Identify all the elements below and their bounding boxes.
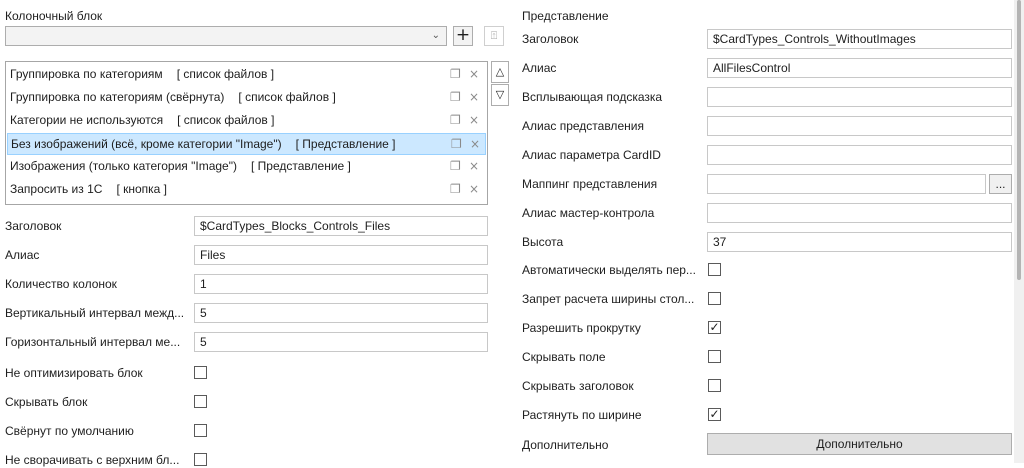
block-list-item-type: [ кнопка ] — [116, 182, 168, 196]
left-field-label: Горизонтальный интервал ме... — [5, 335, 181, 349]
left-checkbox[interactable] — [194, 366, 207, 379]
move-up-button[interactable]: △ — [491, 61, 509, 83]
block-list-item-type: [ список файлов ] — [176, 67, 275, 81]
browse-button[interactable]: ... — [989, 174, 1012, 194]
right-field-input[interactable]: 37 — [707, 232, 1012, 252]
right-field-label: Алиас мастер-контрола — [522, 206, 655, 220]
close-icon[interactable]: × — [470, 134, 480, 154]
move-down-button[interactable]: ▽ — [491, 84, 509, 106]
right-section-title: Представление — [522, 9, 609, 23]
block-list[interactable]: Группировка по категориям [ список файлов… — [5, 61, 488, 205]
left-field-input[interactable]: $CardTypes_Blocks_Controls_Files — [194, 216, 488, 236]
close-icon[interactable]: × — [469, 179, 479, 199]
extra-button[interactable]: Дополнительно — [707, 433, 1012, 455]
block-list-item-name: Группировка по категориям (свёрнута) — [10, 90, 225, 104]
arrow-down-icon: ▽ — [495, 88, 505, 101]
right-check-label: Растянуть по ширине — [522, 408, 642, 422]
block-list-item-type: [ Представление ] — [295, 137, 396, 151]
extra-label: Дополнительно — [522, 438, 609, 452]
left-field-input[interactable]: Files — [194, 245, 488, 265]
block-list-item[interactable]: Группировка по категориям (свёрнута) [ сп… — [7, 87, 486, 109]
block-list-item-name: Группировка по категориям — [10, 67, 163, 81]
left-check-label: Свёрнут по умолчанию — [5, 424, 134, 438]
left-field-label: Количество колонок — [5, 277, 117, 291]
block-list-item[interactable]: Группировка по категориям [ список файлов… — [7, 64, 486, 86]
import-block-button[interactable]: ⍐ — [484, 26, 504, 46]
left-field-label: Заголовок — [5, 219, 62, 233]
copy-icon[interactable]: ❐ — [450, 156, 461, 176]
block-list-item-type: [ Представление ] — [251, 159, 351, 173]
block-list-item[interactable]: Категории не используются [ список файлов… — [7, 110, 486, 132]
right-field-label: Высота — [522, 235, 564, 249]
copy-icon[interactable]: ❐ — [450, 179, 461, 199]
right-check-label: Запрет расчета ширины стол... — [522, 292, 695, 306]
right-check-label: Скрывать заголовок — [522, 379, 634, 393]
left-checkbox[interactable] — [194, 424, 207, 437]
left-field-input[interactable]: 5 — [194, 303, 488, 323]
right-field-label: Алиас представления — [522, 119, 644, 133]
right-field-label: Всплывающая подсказка — [522, 90, 663, 104]
right-field-label: Алиас параметра CardID — [522, 148, 661, 162]
block-list-item[interactable]: Без изображений (всё, кроме категории "I… — [7, 133, 486, 155]
right-checkbox[interactable] — [708, 292, 721, 305]
right-checkbox[interactable] — [708, 350, 721, 363]
right-field-input[interactable]: AllFilesControl — [707, 58, 1012, 78]
block-list-item[interactable]: Запросить из 1С [ кнопка ] ❐ × — [7, 179, 486, 201]
left-section-title: Колоночный блок — [5, 9, 103, 23]
left-field-input[interactable]: 5 — [194, 332, 488, 352]
close-icon[interactable]: × — [469, 156, 479, 176]
right-field-input[interactable] — [707, 145, 1012, 165]
block-list-item[interactable]: Изображения (только категория "Image") [ … — [7, 156, 486, 178]
right-check-label: Разрешить прокрутку — [522, 321, 641, 335]
right-field-label: Алиас — [522, 61, 557, 75]
arrow-up-icon: △ — [495, 65, 505, 78]
right-field-input[interactable] — [707, 203, 1012, 223]
right-field-label: Заголовок — [522, 32, 579, 46]
right-field-input[interactable] — [707, 87, 1012, 107]
copy-icon[interactable]: ❐ — [450, 110, 461, 130]
block-list-item-name: Категории не используются — [10, 113, 164, 127]
block-list-item-name: Изображения (только категория "Image") — [10, 159, 237, 173]
right-check-label: Скрывать поле — [522, 350, 606, 364]
left-field-label: Вертикальный интервал межд... — [5, 306, 185, 320]
right-checkbox[interactable] — [708, 379, 721, 392]
right-check-label: Автоматически выделять пер... — [522, 263, 696, 277]
right-field-input[interactable]: $CardTypes_Controls_WithoutImages — [707, 29, 1012, 49]
left-check-label: Не оптимизировать блок — [5, 366, 143, 380]
right-checkbox[interactable] — [708, 321, 721, 334]
scrollbar-thumb[interactable] — [1017, 0, 1021, 280]
plus-icon: + — [455, 25, 471, 45]
left-checkbox[interactable] — [194, 453, 207, 466]
right-checkbox[interactable] — [708, 263, 721, 276]
copy-icon[interactable]: ❐ — [450, 87, 461, 107]
close-icon[interactable]: × — [469, 64, 479, 84]
block-list-item-name: Запросить из 1С — [10, 182, 103, 196]
left-check-label: Скрывать блок — [5, 395, 88, 409]
block-list-item-name: Без изображений (всё, кроме категории "I… — [11, 137, 282, 151]
right-field-label: Маппинг представления — [522, 177, 658, 191]
add-block-button[interactable]: + — [453, 26, 473, 46]
chevron-down-icon: ⌄ — [431, 30, 440, 41]
close-icon[interactable]: × — [469, 110, 479, 130]
block-list-item-type: [ список файлов ] — [177, 113, 275, 127]
right-field-input[interactable] — [707, 174, 986, 194]
left-check-label: Не сворачивать с верхним бл... — [5, 453, 180, 467]
left-checkbox[interactable] — [194, 395, 207, 408]
right-field-input[interactable] — [707, 116, 1012, 136]
copy-icon[interactable]: ❐ — [450, 64, 461, 84]
extra-button-label: Дополнительно — [816, 437, 903, 451]
block-list-item-type: [ список файлов ] — [238, 90, 336, 104]
right-checkbox[interactable] — [708, 408, 721, 421]
close-icon[interactable]: × — [469, 87, 479, 107]
left-field-label: Алиас — [5, 248, 40, 262]
vertical-scrollbar[interactable] — [1014, 0, 1024, 463]
import-icon: ⍐ — [490, 29, 498, 42]
block-combobox[interactable]: ⌄ — [5, 26, 447, 46]
copy-icon[interactable]: ❐ — [451, 134, 462, 154]
left-field-input[interactable]: 1 — [194, 274, 488, 294]
